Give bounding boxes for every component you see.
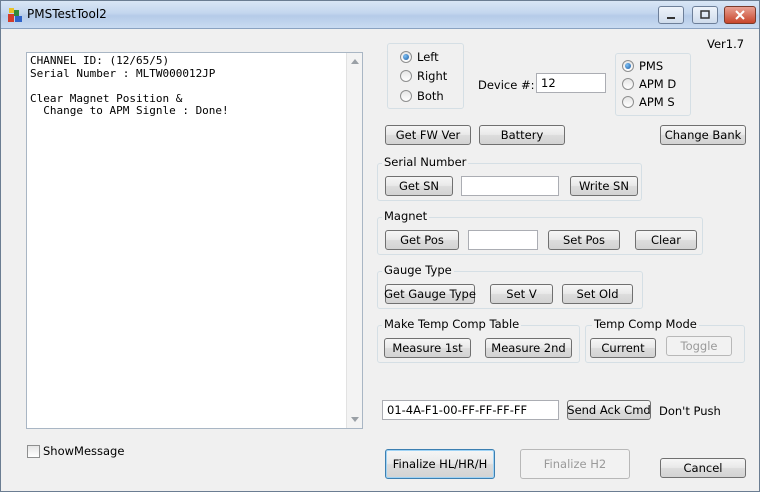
- radio-dot: [622, 60, 634, 72]
- app-icon: [8, 8, 22, 22]
- magnet-position-input[interactable]: [468, 230, 538, 250]
- radio-apm-d[interactable]: APM D: [622, 77, 676, 91]
- log-textbox[interactable]: CHANNEL ID: (12/65/5) Serial Number : ML…: [26, 52, 363, 429]
- set-v-button[interactable]: Set V: [490, 284, 553, 304]
- measure-1st-button[interactable]: Measure 1st: [384, 338, 471, 358]
- measure-2nd-button[interactable]: Measure 2nd: [485, 338, 572, 358]
- radio-both[interactable]: Both: [400, 89, 444, 103]
- log-text: CHANNEL ID: (12/65/5) Serial Number : ML…: [30, 54, 229, 117]
- minimize-button[interactable]: [658, 6, 684, 24]
- temp-comp-table-title: Make Temp Comp Table: [382, 317, 522, 331]
- scroll-up-icon[interactable]: [351, 59, 359, 64]
- app-window: PMSTestTool2 CHANNEL ID: (12/65/5) Seria…: [0, 0, 760, 492]
- maximize-button[interactable]: [692, 6, 718, 24]
- clear-button[interactable]: Clear: [635, 230, 697, 250]
- get-gauge-type-button[interactable]: Get Gauge Type: [384, 284, 476, 304]
- radio-dot: [622, 78, 634, 90]
- radio-apm-s[interactable]: APM S: [622, 95, 675, 109]
- get-sn-button[interactable]: Get SN: [385, 176, 453, 196]
- change-bank-button[interactable]: Change Bank: [660, 125, 746, 145]
- set-pos-button[interactable]: Set Pos: [548, 230, 620, 250]
- radio-right[interactable]: Right: [400, 69, 447, 83]
- write-sn-button[interactable]: Write SN: [570, 176, 638, 196]
- finalize-h2-button[interactable]: Finalize H2: [520, 449, 630, 479]
- radio-dot: [400, 51, 412, 63]
- radio-pms[interactable]: PMS: [622, 59, 663, 73]
- temp-comp-mode-title: Temp Comp Mode: [592, 317, 699, 331]
- maximize-icon: [700, 10, 710, 19]
- ack-command-input[interactable]: 01-4A-F1-00-FF-FF-FF-FF: [382, 400, 559, 420]
- show-message-checkbox[interactable]: ShowMessage: [27, 444, 124, 458]
- dont-push-label: Don't Push: [659, 404, 721, 418]
- device-input[interactable]: 12: [536, 73, 606, 93]
- scroll-down-icon[interactable]: [351, 417, 359, 422]
- current-button[interactable]: Current: [590, 338, 656, 358]
- gauge-type-title: Gauge Type: [382, 263, 454, 277]
- radio-left[interactable]: Left: [400, 50, 439, 64]
- title-bar[interactable]: PMSTestTool2: [1, 1, 759, 29]
- log-scrollbar[interactable]: [346, 53, 362, 428]
- radio-dot: [400, 70, 412, 82]
- checkbox-box: [27, 444, 40, 458]
- close-icon: [735, 10, 745, 20]
- radio-dot: [622, 96, 634, 108]
- finalize-hl-hr-h-button[interactable]: Finalize HL/HR/H: [385, 449, 495, 479]
- get-fw-ver-button[interactable]: Get FW Ver: [385, 125, 471, 145]
- radio-dot: [400, 90, 412, 102]
- set-old-button[interactable]: Set Old: [562, 284, 633, 304]
- device-label: Device #:: [478, 78, 535, 92]
- serial-number-input[interactable]: [461, 176, 559, 196]
- toggle-button[interactable]: Toggle: [666, 336, 732, 356]
- close-button[interactable]: [724, 6, 756, 24]
- window-title: PMSTestTool2: [27, 7, 107, 21]
- send-ack-cmd-button[interactable]: Send Ack Cmd: [567, 400, 651, 420]
- get-pos-button[interactable]: Get Pos: [385, 230, 459, 250]
- serial-number-title: Serial Number: [382, 155, 469, 169]
- version-label: Ver1.7: [707, 37, 745, 51]
- battery-button[interactable]: Battery: [479, 125, 565, 145]
- minimize-icon: [667, 17, 675, 19]
- magnet-title: Magnet: [382, 209, 430, 223]
- cancel-button[interactable]: Cancel: [660, 458, 746, 478]
